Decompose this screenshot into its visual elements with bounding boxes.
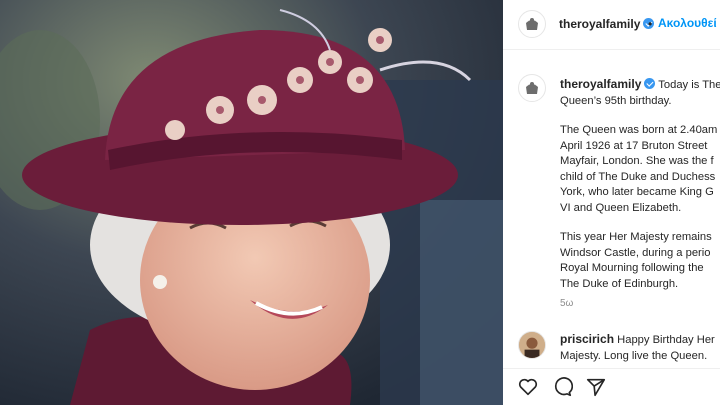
- action-bar: [503, 368, 720, 405]
- caption-line: Mayfair, London. She was the f: [560, 155, 714, 167]
- caption-username-text[interactable]: theroyalfamily: [560, 77, 641, 91]
- caption-line: Windsor Castle, during a perio: [560, 246, 711, 259]
- caption-paragraph-1: theroyalfamily Today is The Queen’s 95th…: [560, 77, 720, 109]
- caption-line: child of The Duke and Duchess: [560, 170, 716, 183]
- caption-line: Royal Mourning following the: [560, 262, 704, 274]
- caption-paragraph-2: The Queen was born at 2.40am April 1926 …: [560, 123, 720, 216]
- separator-dot: •: [648, 17, 653, 31]
- comment-text-line-1: Happy Birthday Her: [617, 334, 715, 346]
- share-icon[interactable]: [585, 376, 607, 403]
- commenter-avatar[interactable]: [518, 331, 546, 359]
- caption-line: This year Her Majesty remains: [560, 231, 712, 243]
- post-sidebar: theroyalfamily • Ακολουθεί theroyalfamil…: [503, 0, 720, 405]
- caption-paragraph-3: This year Her Majesty remains Windsor Ca…: [560, 230, 720, 292]
- caption-line: Today is The: [658, 79, 720, 91]
- commenter-photo: [519, 332, 545, 358]
- comment-icon[interactable]: [551, 376, 574, 403]
- post-photo[interactable]: [0, 0, 503, 405]
- caption-line: VI and Queen Elizabeth.: [560, 201, 682, 214]
- crest-icon: [526, 82, 538, 94]
- account-avatar[interactable]: [518, 10, 546, 38]
- queen-photo-illustration: [0, 0, 503, 405]
- crest-icon: [526, 18, 538, 30]
- caption-line: Queen’s 95th birthday.: [560, 94, 672, 107]
- post-timestamp[interactable]: 5ω: [560, 298, 573, 309]
- post-header: theroyalfamily • Ακολουθεί: [503, 0, 720, 50]
- header-username[interactable]: theroyalfamily: [559, 17, 655, 31]
- follow-button[interactable]: Ακολουθεί: [658, 16, 717, 30]
- heart-icon[interactable]: [517, 376, 539, 403]
- caption-line: The Duke of Edinburgh.: [560, 277, 679, 290]
- verified-badge-icon: [644, 78, 656, 89]
- header-username-text[interactable]: theroyalfamily: [559, 17, 640, 31]
- caption-line: The Queen was born at 2.40am: [560, 124, 718, 136]
- caption-username[interactable]: theroyalfamily: [560, 77, 656, 91]
- caption-line: York, who later became King G: [560, 186, 714, 198]
- post-caption: theroyalfamily Today is The Queen’s 95th…: [560, 77, 720, 306]
- comment-username[interactable]: priscirich: [560, 332, 614, 346]
- comment: priscirich Happy Birthday Her Majesty. L…: [560, 331, 715, 364]
- caption-avatar[interactable]: [518, 74, 546, 102]
- comment-text-line-2: Majesty. Long live the Queen.: [560, 350, 708, 362]
- caption-line: April 1926 at 17 Bruton Street: [560, 139, 708, 152]
